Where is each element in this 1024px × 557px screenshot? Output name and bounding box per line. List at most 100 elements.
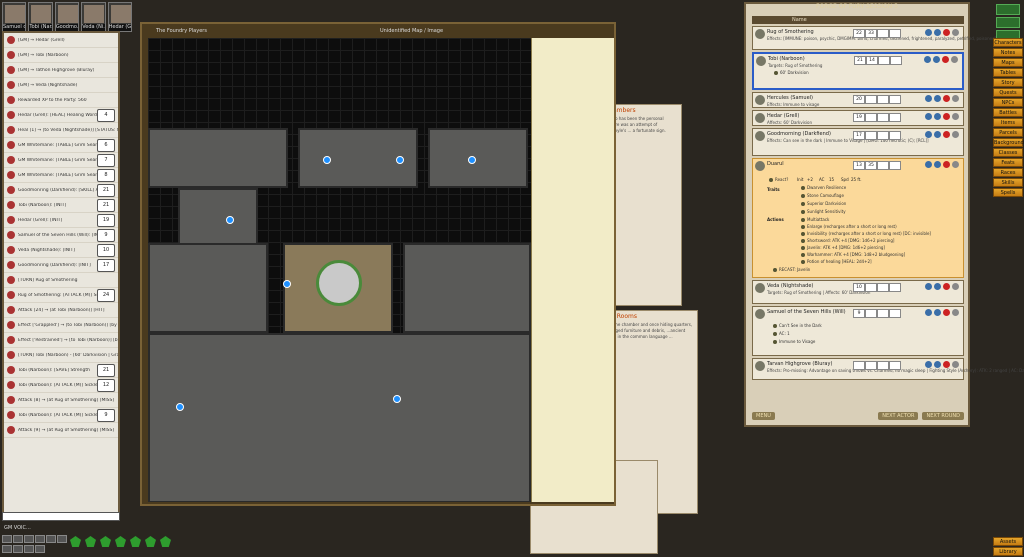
initiative-field[interactable]: 13 xyxy=(853,161,865,170)
menu-icon[interactable] xyxy=(951,56,958,63)
hotkey-slot[interactable] xyxy=(13,535,23,543)
attack-icon[interactable] xyxy=(934,95,941,102)
dice-result[interactable]: 6 xyxy=(97,138,115,152)
temp-hp-field[interactable] xyxy=(877,131,889,140)
temp-hp-field[interactable] xyxy=(877,113,889,122)
dice-result[interactable]: 19 xyxy=(97,213,115,227)
modules-icon[interactable] xyxy=(996,4,1020,15)
hp-field[interactable] xyxy=(865,131,877,140)
combatant-row[interactable]: Samuel of the Seven Hills (Will) 9 Can't S… xyxy=(752,306,964,356)
combatant-row[interactable]: Veda (Nightshade) Targets: Rug of Smother… xyxy=(752,280,964,304)
combatant-token-icon[interactable] xyxy=(755,95,765,105)
hp-field[interactable] xyxy=(865,361,877,370)
trait-entry[interactable]: Stone Camouflage xyxy=(801,193,844,198)
wounds-field[interactable] xyxy=(889,361,901,370)
map-pin-icon[interactable] xyxy=(283,280,291,288)
menu-icon[interactable] xyxy=(952,161,959,168)
dice-result[interactable]: 17 xyxy=(97,258,115,272)
d10-die-icon[interactable] xyxy=(115,536,126,547)
combatant-token-icon[interactable] xyxy=(755,29,765,39)
hotkey-slot[interactable] xyxy=(24,535,34,543)
effect-entry[interactable]: Immune to Visage xyxy=(773,339,815,344)
wounds-field[interactable] xyxy=(889,29,901,38)
action-entry[interactable]: Potion of healing [HEAL: 2d4+2] xyxy=(801,259,872,264)
sidebar-maps-button[interactable]: Maps xyxy=(993,58,1023,67)
effect-entry[interactable]: 60' Darkvision xyxy=(774,70,809,75)
attack-icon[interactable] xyxy=(934,283,941,290)
initiative-field[interactable]: 19 xyxy=(853,113,865,122)
targeting-icon[interactable] xyxy=(925,113,932,120)
attack-icon[interactable] xyxy=(934,29,941,36)
temp-hp-field[interactable] xyxy=(877,283,889,292)
sidebar-characters-button[interactable]: Characters xyxy=(993,38,1023,47)
initiative-field[interactable]: 20 xyxy=(853,95,865,104)
sidebar-notes-button[interactable]: Notes xyxy=(993,48,1023,57)
map-pin-icon[interactable] xyxy=(323,156,331,164)
effects-icon[interactable] xyxy=(943,95,950,102)
combatant-row[interactable]: Hedar (Grell) Affects: 60' Darkvision 19 xyxy=(752,110,964,126)
temp-hp-field[interactable] xyxy=(877,361,889,370)
hp-field[interactable] xyxy=(865,113,877,122)
chat-input[interactable] xyxy=(2,512,120,521)
menu-icon[interactable] xyxy=(952,283,959,290)
map-pin-icon[interactable] xyxy=(176,403,184,411)
action-entry[interactable]: Multiattack xyxy=(801,217,829,222)
combatant-token-icon[interactable] xyxy=(756,56,766,66)
effects-icon[interactable] xyxy=(943,309,950,316)
portrait-0[interactable]: Samuel o... xyxy=(2,2,27,32)
sidebar-assets-button[interactable]: Assets xyxy=(993,537,1023,546)
wounds-field[interactable] xyxy=(889,113,901,122)
d6-die-icon[interactable] xyxy=(85,536,96,547)
next-round-button[interactable]: NEXT ROUND xyxy=(922,412,964,420)
temp-hp-field[interactable] xyxy=(877,29,889,38)
portrait-4[interactable]: Hedar (Gr... xyxy=(107,2,133,32)
sidebar-classes-button[interactable]: Classes xyxy=(993,148,1023,157)
hp-field[interactable] xyxy=(865,95,877,104)
combatant-token-icon[interactable] xyxy=(755,113,765,123)
combatant-row[interactable]: Tobi (Narboon) Targets: Rug of Smothering… xyxy=(752,52,964,90)
menu-icon[interactable] xyxy=(952,361,959,368)
menu-icon[interactable] xyxy=(952,29,959,36)
targeting-icon[interactable] xyxy=(925,309,932,316)
combatant-token-icon[interactable] xyxy=(755,361,765,371)
sidebar-tables-button[interactable]: Tables xyxy=(993,68,1023,77)
hotkey-slot[interactable] xyxy=(2,535,12,543)
sidebar-parcels-button[interactable]: Parcels xyxy=(993,128,1023,137)
attack-icon[interactable] xyxy=(934,309,941,316)
sidebar-npcs-button[interactable]: NPCs xyxy=(993,98,1023,107)
next-actor-button[interactable]: NEXT ACTOR xyxy=(878,412,919,420)
d100-die-icon[interactable] xyxy=(160,536,171,547)
attack-icon[interactable] xyxy=(933,56,940,63)
recast-entry[interactable]: RECAST: Javelin xyxy=(773,267,810,272)
attack-icon[interactable] xyxy=(934,161,941,168)
attack-icon[interactable] xyxy=(934,131,941,138)
token-rug-of-smothering[interactable] xyxy=(316,260,362,306)
ct-menu-button[interactable]: MENU xyxy=(752,412,775,420)
temp-hp-field[interactable] xyxy=(877,161,889,170)
hotkey-slot[interactable] xyxy=(35,544,45,553)
effects-icon[interactable] xyxy=(943,113,950,120)
attack-icon[interactable] xyxy=(934,113,941,120)
targeting-icon[interactable] xyxy=(925,161,932,168)
d12-die-icon[interactable] xyxy=(130,536,141,547)
action-entry[interactable]: Shortsword: ATK +4 [DMG: 1d6+2 piercing] xyxy=(801,238,894,243)
targeting-icon[interactable] xyxy=(924,56,931,63)
map-pin-icon[interactable] xyxy=(468,156,476,164)
combatant-row[interactable]: Hercules (Samuel) Effects: Immune to visa… xyxy=(752,92,964,108)
battle-map-canvas[interactable] xyxy=(148,38,531,502)
targeting-icon[interactable] xyxy=(925,95,932,102)
map-pin-icon[interactable] xyxy=(226,216,234,224)
trait-entry[interactable]: Dwarven Resilience xyxy=(801,185,846,190)
map-pin-icon[interactable] xyxy=(396,156,404,164)
initiative-field[interactable]: 21 xyxy=(854,56,866,65)
temp-hp-field[interactable] xyxy=(877,309,889,318)
dice-result[interactable]: 4 xyxy=(97,108,115,122)
combatant-token-icon[interactable] xyxy=(755,309,765,319)
sidebar-items-button[interactable]: Items xyxy=(993,118,1023,127)
effect-entry[interactable]: Can't See in the Dark xyxy=(773,323,822,328)
action-entry[interactable]: Warhammer: ATK +4 [DMG: 1d8+2 bludgeonin… xyxy=(801,252,905,257)
hp-field[interactable] xyxy=(865,309,877,318)
wounds-field[interactable] xyxy=(889,131,901,140)
sidebar-feats-button[interactable]: Feats xyxy=(993,158,1023,167)
wounds-field[interactable] xyxy=(889,161,901,170)
